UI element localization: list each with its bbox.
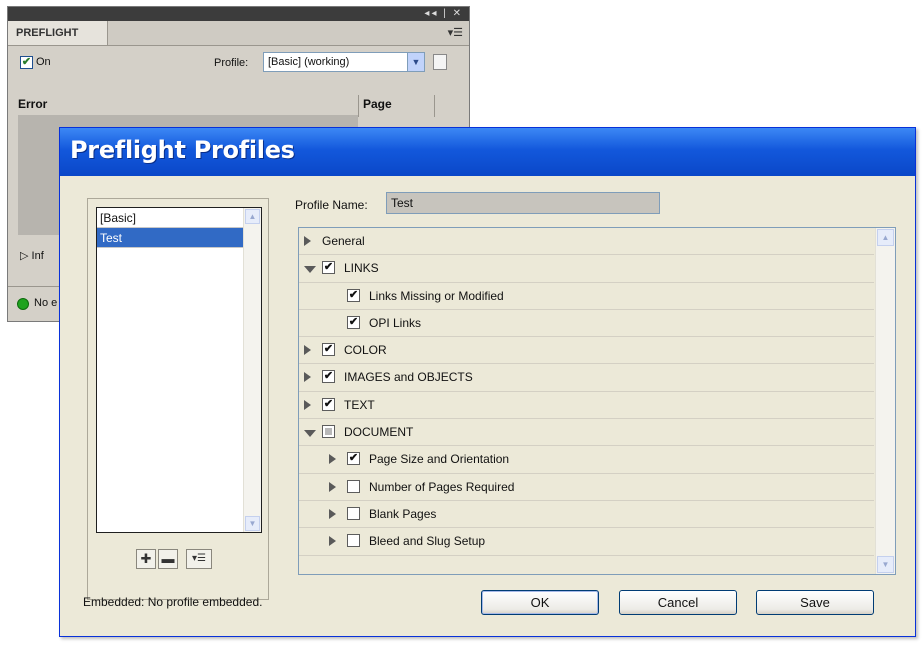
new-profile-icon[interactable]: ✚: [136, 549, 156, 569]
document-icon[interactable]: [433, 54, 447, 70]
profile-list-item-selected[interactable]: Test: [97, 228, 253, 248]
save-button[interactable]: Save: [756, 590, 874, 615]
rule-checkbox[interactable]: ✔: [347, 452, 360, 466]
chevron-down-icon[interactable]: ▼: [407, 53, 424, 71]
expand-triangle-icon[interactable]: [304, 399, 311, 410]
rule-checkbox[interactable]: ✔: [347, 288, 360, 302]
rule-row[interactable]: ✔ COLOR: [299, 337, 874, 365]
rule-row[interactable]: ✔ TEXT: [299, 392, 874, 420]
dialog-title: Preflight Profiles: [70, 136, 295, 164]
rule-row[interactable]: Number of Pages Required: [299, 474, 874, 501]
profile-dropdown-value: [Basic] (working): [268, 56, 350, 68]
rule-row[interactable]: Bleed and Slug Setup: [299, 528, 874, 556]
rule-label: LINKS: [344, 261, 379, 276]
expand-triangle-icon[interactable]: [329, 454, 336, 465]
column-header-error[interactable]: Error: [18, 97, 47, 115]
rule-row[interactable]: ✔ Links Missing or Modified: [299, 283, 874, 310]
dialog-title-bar[interactable]: Preflight Profiles: [60, 128, 915, 176]
profile-label: Profile:: [214, 57, 249, 69]
on-label: On: [36, 56, 51, 68]
profile-name-label: Profile Name:: [295, 198, 368, 212]
rule-label: Number of Pages Required: [369, 479, 515, 494]
delete-profile-icon[interactable]: ▬: [158, 549, 178, 569]
rule-row[interactable]: ✔ Page Size and Orientation: [299, 446, 874, 474]
rule-row[interactable]: ✔ IMAGES and OBJECTS: [299, 364, 874, 392]
rule-label: OPI Links: [369, 315, 422, 330]
panel-options-row: ✔ On Profile: [Basic] (working) ▼: [8, 46, 469, 80]
rule-checkbox[interactable]: ✔: [322, 397, 335, 411]
expand-triangle-icon[interactable]: [304, 345, 311, 356]
rules-tree-scrollbar[interactable]: ▲ ▼: [875, 228, 895, 574]
expand-triangle-icon[interactable]: [329, 508, 336, 519]
expand-triangle-icon[interactable]: [304, 372, 311, 383]
rule-label: Bleed and Slug Setup: [369, 534, 486, 549]
profiles-group: [Basic] Test ▲ ▼ ✚ ▬ ▾☰: [87, 198, 269, 600]
panel-topbar: ◂◂ | ✕: [8, 7, 469, 21]
rule-checkbox[interactable]: [347, 506, 360, 520]
ok-button[interactable]: OK: [481, 590, 599, 615]
rule-label: Blank Pages: [369, 506, 437, 521]
rule-checkbox[interactable]: [347, 534, 360, 548]
expand-triangle-icon[interactable]: [329, 481, 336, 492]
panel-menu-icon[interactable]: ▾☰: [448, 26, 463, 39]
scroll-up-icon[interactable]: ▲: [877, 229, 894, 246]
rule-checkbox[interactable]: ✔: [347, 315, 360, 329]
dialog-client-area: [Basic] Test ▲ ▼ ✚ ▬ ▾☰ Profile Name: Test…: [66, 176, 909, 630]
profile-list[interactable]: [Basic] Test ▲ ▼: [96, 207, 262, 533]
profile-menu-icon[interactable]: ▾☰: [186, 549, 212, 569]
scroll-down-icon[interactable]: ▼: [877, 556, 894, 573]
rule-row[interactable]: ✔ OPI Links: [299, 310, 874, 338]
collapse-triangle-icon[interactable]: [304, 266, 316, 274]
status-text: No e: [34, 297, 58, 309]
expand-triangle-icon[interactable]: [304, 236, 311, 246]
column-divider: [434, 95, 435, 117]
info-row[interactable]: ▷ Inf: [20, 249, 44, 262]
profile-dropdown[interactable]: [Basic] (working) ▼: [263, 52, 425, 72]
rule-checkbox[interactable]: [322, 425, 335, 439]
status-ok-icon: [17, 298, 29, 310]
panel-window-controls[interactable]: ◂◂ | ✕: [424, 7, 463, 21]
rule-row[interactable]: Blank Pages: [299, 501, 874, 529]
column-divider: [358, 95, 359, 117]
rule-label: General: [322, 234, 365, 248]
rule-label: Links Missing or Modified: [369, 288, 504, 303]
info-label: Inf: [31, 250, 44, 262]
on-checkbox[interactable]: ✔: [20, 56, 33, 69]
rule-checkbox[interactable]: [347, 479, 360, 493]
rules-tree[interactable]: General ✔ LINKS ✔ Links Missing or Modified ✔…: [298, 227, 896, 575]
expand-triangle-icon[interactable]: [329, 536, 336, 547]
profile-toolbar: ✚ ▬ ▾☰: [136, 549, 214, 573]
expand-triangle-icon[interactable]: ▷: [20, 250, 28, 262]
rule-row[interactable]: DOCUMENT: [299, 419, 874, 447]
rule-checkbox[interactable]: ✔: [322, 261, 335, 275]
rule-label: COLOR: [344, 343, 387, 358]
rule-label: DOCUMENT: [344, 425, 414, 440]
rule-checkbox[interactable]: ✔: [322, 343, 335, 357]
panel-tab-row: PREFLIGHT ▾☰: [8, 21, 469, 46]
profile-list-item[interactable]: [Basic]: [97, 208, 253, 228]
rule-row[interactable]: ✔ LINKS: [299, 255, 874, 283]
tab-preflight[interactable]: PREFLIGHT: [8, 21, 108, 45]
profile-name-input[interactable]: Test: [386, 192, 660, 214]
rule-row[interactable]: General: [299, 228, 874, 256]
column-header-page[interactable]: Page: [363, 97, 392, 115]
preflight-profiles-dialog: Preflight Profiles [Basic] Test ▲ ▼ ✚ ▬ ▾☰…: [59, 127, 916, 637]
embedded-status: Embedded: No profile embedded.: [83, 595, 263, 609]
collapse-triangle-icon[interactable]: [304, 430, 316, 438]
rule-label: TEXT: [344, 397, 375, 412]
rule-label: IMAGES and OBJECTS: [344, 370, 473, 385]
rule-checkbox[interactable]: ✔: [322, 370, 335, 384]
profile-list-scrollbar[interactable]: ▲ ▼: [243, 208, 261, 532]
rule-label: Page Size and Orientation: [369, 452, 510, 467]
scroll-up-icon[interactable]: ▲: [245, 209, 260, 224]
cancel-button[interactable]: Cancel: [619, 590, 737, 615]
scroll-down-icon[interactable]: ▼: [245, 516, 260, 531]
